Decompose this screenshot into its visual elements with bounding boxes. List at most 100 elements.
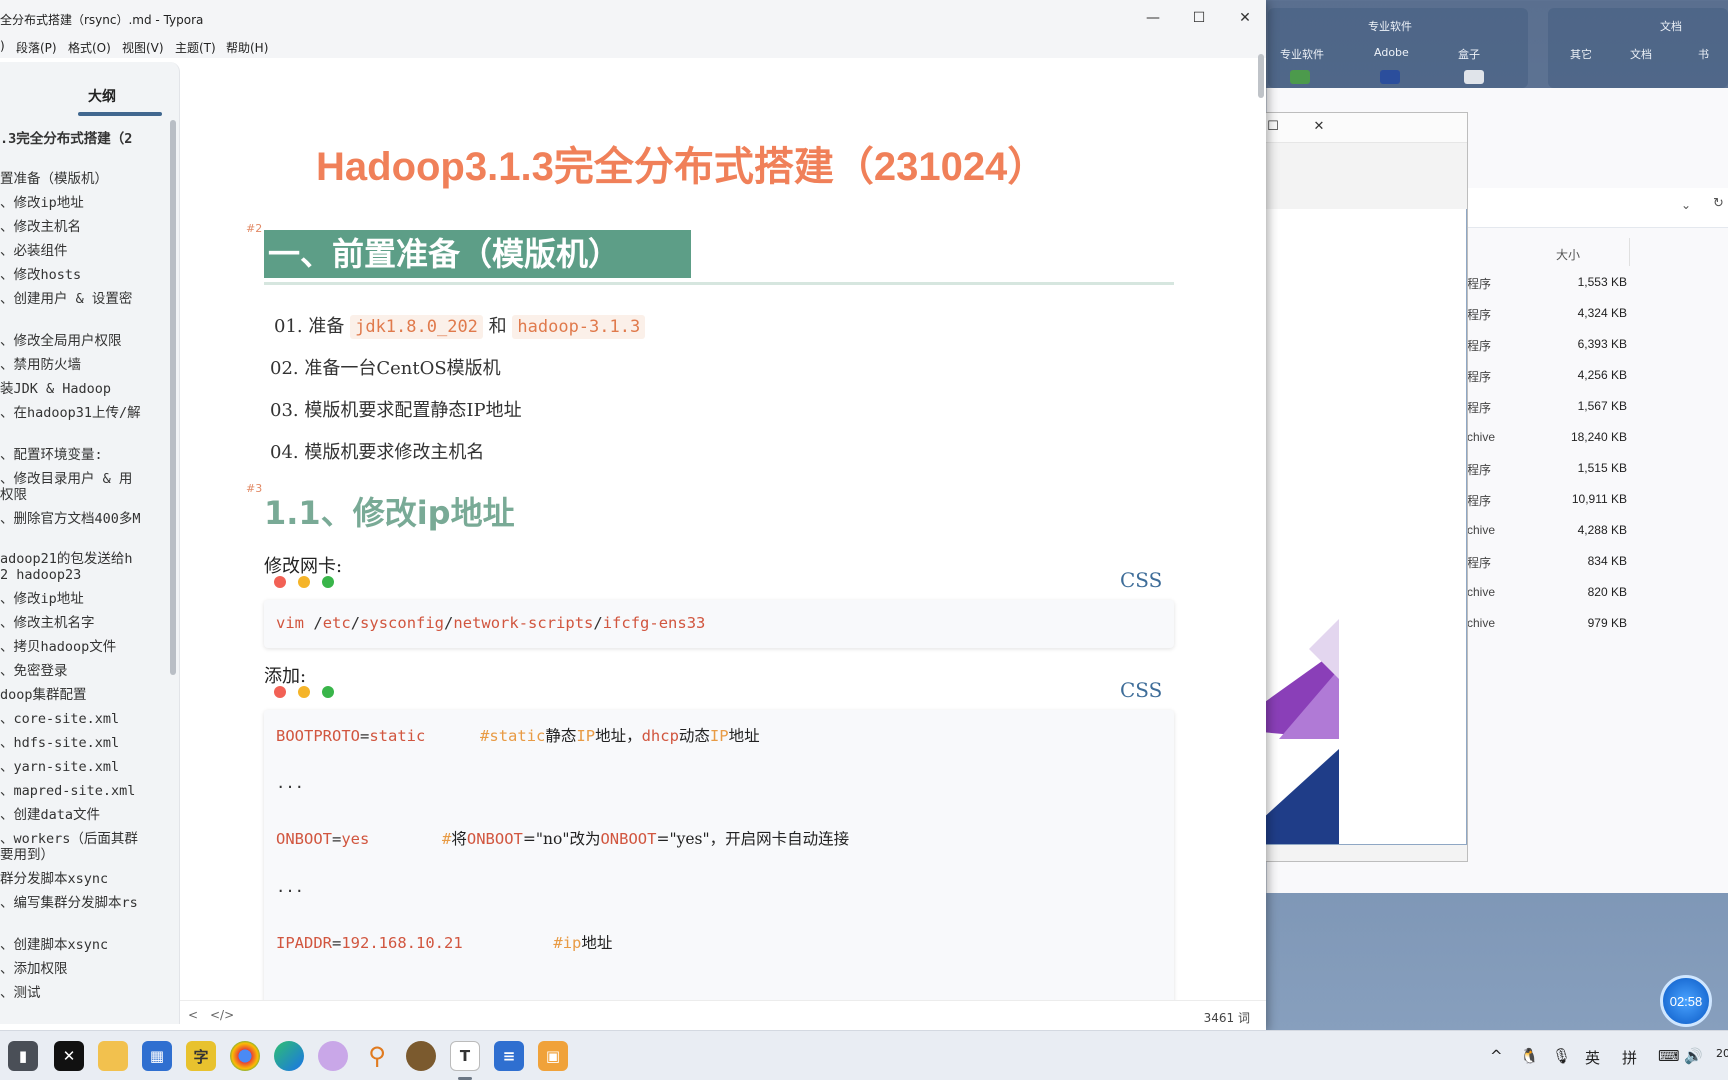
cloud-app-icon[interactable]	[318, 1041, 348, 1071]
outline-item[interactable]: 、修改hosts	[0, 267, 168, 284]
outline-item[interactable]: 、修改主机名字	[0, 615, 168, 632]
file-row[interactable]: chive 820 KB	[1467, 585, 1627, 605]
outline-item[interactable]: 、禁用防火墙	[0, 357, 168, 374]
outline-item[interactable]: 、修改ip地址	[0, 195, 168, 212]
menu-item-view[interactable]: 视图(V)	[122, 39, 164, 56]
group-item[interactable]: 其它	[1570, 46, 1592, 62]
outline-item[interactable]: 、测试	[0, 985, 168, 1002]
file-row[interactable]: 程序 1,553 KB	[1467, 275, 1627, 295]
file-row[interactable]: chive 979 KB	[1467, 616, 1627, 636]
tab-outline[interactable]: 大纲	[88, 86, 116, 106]
code-language-label[interactable]: CSS	[1120, 568, 1162, 592]
file-row[interactable]: chive 18,240 KB	[1467, 430, 1627, 450]
file-row[interactable]: 程序 10,911 KB	[1467, 492, 1627, 512]
outline-item[interactable]: 、hdfs-site.xml	[0, 735, 168, 752]
search-tool-icon[interactable]: ⚲	[362, 1041, 392, 1071]
microphone-icon[interactable]: 🎙	[1552, 1047, 1571, 1065]
code-block[interactable]: vim /etc/sysconfig/network-scripts/ifcfg…	[264, 600, 1174, 648]
word-count[interactable]: 3461 词	[1204, 1009, 1250, 1026]
outline-item[interactable]: 权限	[0, 487, 168, 504]
outline-item[interactable]: 、添加权限	[0, 961, 168, 978]
refresh-icon[interactable]: ↻	[1713, 196, 1724, 211]
code-block[interactable]: BOOTPROTO=static #static静态IP地址，dhcp动态IP地…	[264, 710, 1174, 1000]
outline-item[interactable]: 、修改ip地址	[0, 591, 168, 608]
outline-item[interactable]: 、yarn-site.xml	[0, 759, 168, 776]
outline-item[interactable]: 2 hadoop23	[0, 567, 168, 584]
task-view-icon[interactable]: ▮	[8, 1041, 38, 1071]
close-button[interactable]: ✕	[1222, 0, 1266, 36]
toggle-sidebar-button[interactable]: <	[188, 1008, 198, 1022]
group-item[interactable]: Adobe	[1374, 46, 1409, 59]
outline-item[interactable]: 、必装组件	[0, 243, 168, 260]
title-bar[interactable]: 全分布式搭建（rsync）.md - Typora — ☐ ✕	[0, 0, 1266, 36]
store-icon[interactable]: ▦	[142, 1041, 172, 1071]
outline-item[interactable]: 、创建脚本xsync	[0, 937, 168, 954]
input-language-indicator[interactable]: 英	[1585, 1047, 1600, 1068]
file-row[interactable]: 程序 1,515 KB	[1467, 461, 1627, 481]
input-method-indicator[interactable]: 拼	[1622, 1047, 1637, 1068]
size-column-header[interactable]: 大小	[1556, 246, 1580, 263]
outline-item[interactable]: 置准备（模版机）	[0, 171, 168, 188]
file-row[interactable]: 程序 834 KB	[1467, 554, 1627, 574]
outline-item[interactable]: 、编写集群分发脚本rs	[0, 895, 168, 912]
group-item[interactable]: 书	[1698, 46, 1709, 62]
menu-item-help[interactable]: 帮助(H)	[226, 39, 268, 56]
file-row[interactable]: 程序 1,567 KB	[1467, 399, 1627, 419]
outline-item[interactable]: 、创建用户 & 设置密	[0, 291, 168, 308]
maximize-icon[interactable]: ☐	[1263, 119, 1283, 134]
file-row[interactable]: 程序 4,256 KB	[1467, 368, 1627, 388]
volume-icon[interactable]: 🔊	[1684, 1047, 1703, 1065]
outline-item[interactable]: 、修改主机名	[0, 219, 168, 236]
outline-item[interactable]: 群分发脚本xsync	[0, 871, 168, 888]
source-code-mode-button[interactable]: </>	[210, 1008, 234, 1022]
outline-item[interactable]: 、修改全局用户权限	[0, 333, 168, 350]
outline-item[interactable]: 要用到）	[0, 847, 168, 864]
app-icon[interactable]	[1464, 70, 1484, 84]
outline-item[interactable]: adoop21的包发送给h	[0, 551, 168, 568]
outline-item[interactable]: 、创建data文件	[0, 807, 168, 824]
outline-item[interactable]: 、拷贝hadoop文件	[0, 639, 168, 656]
game-icon[interactable]	[406, 1041, 436, 1071]
outline-item[interactable]: 、workers（后面其群	[0, 831, 168, 848]
capcut-icon[interactable]: ✕	[54, 1041, 84, 1071]
file-explorer-icon[interactable]	[98, 1041, 128, 1071]
dictionary-icon[interactable]: 字	[186, 1041, 216, 1071]
outline-item[interactable]: 、core-site.xml	[0, 711, 168, 728]
app-icon[interactable]	[1380, 70, 1400, 84]
qq-icon[interactable]: 🐧	[1520, 1047, 1539, 1065]
editor-pane[interactable]: Hadoop3.1.3完全分布式搭建（231024） #2 一、前置准备（模版机…	[180, 58, 1262, 1000]
sidebar-scrollbar[interactable]	[170, 120, 176, 675]
outline-item[interactable]: 、删除官方文档400多M	[0, 511, 168, 528]
outline-item[interactable]: 、在hadoop31上传/解	[0, 405, 168, 422]
minimize-button[interactable]: —	[1130, 0, 1176, 36]
clock-text[interactable]: 20	[1716, 1047, 1728, 1060]
file-row[interactable]: chive 4,288 KB	[1467, 523, 1627, 543]
outline-item[interactable]: .3完全分布式搭建（2	[0, 131, 168, 148]
code-language-label[interactable]: CSS	[1120, 678, 1162, 702]
chrome-icon[interactable]	[230, 1041, 260, 1071]
edge-icon[interactable]	[274, 1041, 304, 1071]
outline-item[interactable]: 、配置环境变量:	[0, 447, 168, 464]
group-item[interactable]: 文档	[1630, 46, 1652, 62]
outline-item[interactable]: 、修改目录用户 & 用	[0, 471, 168, 488]
menu-item-format[interactable]: 格式(O)	[68, 39, 111, 56]
close-icon[interactable]: ✕	[1309, 119, 1329, 134]
outline-item[interactable]: doop集群配置	[0, 687, 168, 704]
menu-item-edit[interactable]: )	[0, 39, 5, 53]
editor-scrollbar[interactable]	[1258, 54, 1264, 98]
file-row[interactable]: 程序 4,324 KB	[1467, 306, 1627, 326]
app-icon[interactable]	[1290, 70, 1310, 84]
tray-overflow-chevron-icon[interactable]: ^	[1490, 1047, 1503, 1065]
chevron-down-icon[interactable]: ⌄	[1681, 198, 1691, 212]
menu-item-theme[interactable]: 主题(T)	[175, 39, 216, 56]
notepad-icon[interactable]: ≡	[494, 1041, 524, 1071]
file-row[interactable]: 程序 6,393 KB	[1467, 337, 1627, 357]
outline-item[interactable]: 装JDK & Hadoop	[0, 381, 168, 398]
typora-icon[interactable]: T	[450, 1041, 480, 1071]
outline-item[interactable]: 、免密登录	[0, 663, 168, 680]
outline-item[interactable]: 、mapred-site.xml	[0, 783, 168, 800]
remote-desktop-icon[interactable]: ▣	[538, 1041, 568, 1071]
maximize-button[interactable]: ☐	[1176, 0, 1222, 36]
floating-clock-widget[interactable]: 02:58	[1660, 975, 1712, 1027]
group-item[interactable]: 专业软件	[1280, 46, 1324, 62]
